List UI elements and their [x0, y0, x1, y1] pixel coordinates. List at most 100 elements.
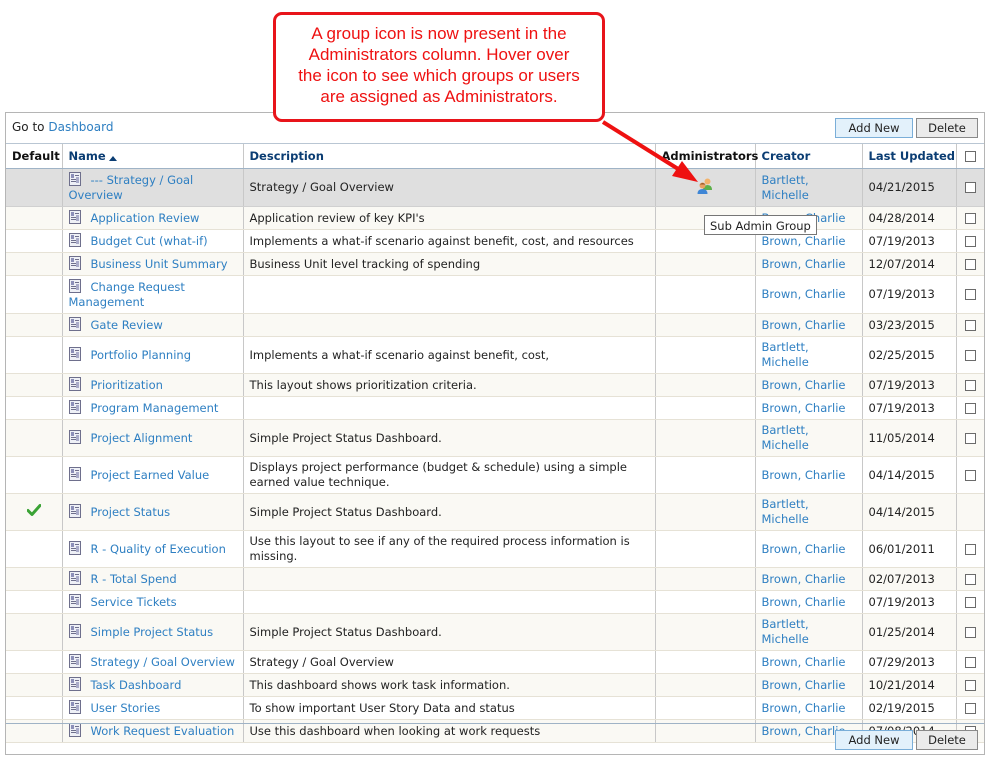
- creator-link[interactable]: Brown, Charlie: [762, 378, 846, 392]
- creator-link[interactable]: Brown, Charlie: [762, 595, 846, 609]
- table-row[interactable]: Gate Review Brown, Charlie 03/23/2015: [6, 313, 984, 337]
- select-cell: [956, 206, 984, 230]
- row-select-checkbox[interactable]: [964, 319, 976, 331]
- user-group-icon[interactable]: [696, 177, 714, 195]
- row-select-checkbox[interactable]: [964, 596, 976, 608]
- dashboard-name-link[interactable]: Application Review: [91, 211, 200, 225]
- row-select-checkbox[interactable]: [964, 402, 976, 414]
- row-select-checkbox[interactable]: [964, 349, 976, 361]
- column-header-select-all[interactable]: [956, 144, 984, 169]
- creator-link[interactable]: Brown, Charlie: [762, 234, 846, 248]
- description-cell: [243, 313, 656, 337]
- row-select-checkbox[interactable]: [964, 212, 976, 224]
- creator-link[interactable]: Brown, Charlie: [762, 542, 846, 556]
- dashboard-name-link[interactable]: Prioritization: [91, 378, 163, 392]
- table-row[interactable]: Project Earned Value Displays project per…: [6, 456, 984, 494]
- row-select-checkbox[interactable]: [964, 289, 976, 300]
- creator-link[interactable]: Bartlett, Michelle: [762, 340, 809, 369]
- dashboard-name-link[interactable]: R - Quality of Execution: [91, 542, 226, 556]
- add-new-button-bottom[interactable]: Add New: [835, 730, 913, 750]
- creator-link[interactable]: Brown, Charlie: [762, 287, 846, 301]
- dashboard-name-link[interactable]: Project Status: [91, 505, 171, 519]
- table-row[interactable]: --- Strategy / Goal Overview Strategy / G…: [6, 168, 984, 207]
- column-header-name[interactable]: Name: [62, 144, 244, 169]
- dashboard-name-link[interactable]: User Stories: [91, 701, 161, 715]
- table-row[interactable]: Prioritization This layout shows prioriti…: [6, 373, 984, 397]
- dashboard-name-link[interactable]: Project Alignment: [91, 431, 193, 445]
- row-select-checkbox[interactable]: [964, 679, 976, 691]
- row-select-checkbox[interactable]: [964, 702, 976, 714]
- dashboard-name-link[interactable]: Program Management: [91, 401, 219, 415]
- row-select-checkbox[interactable]: [964, 432, 976, 444]
- select-cell: [956, 590, 984, 614]
- dashboard-name-link[interactable]: Strategy / Goal Overview: [91, 655, 235, 669]
- dashboard-name-link[interactable]: Change Request Management: [69, 280, 185, 309]
- row-select-checkbox[interactable]: [964, 469, 976, 481]
- goto-dashboard-link[interactable]: Dashboard: [48, 120, 113, 134]
- table-row[interactable]: Program Management Brown, Charlie 07/19/20…: [6, 396, 984, 420]
- delete-button[interactable]: Delete: [916, 118, 978, 138]
- creator-link[interactable]: Brown, Charlie: [762, 401, 846, 415]
- creator-link[interactable]: Brown, Charlie: [762, 655, 846, 669]
- row-select-checkbox[interactable]: [964, 379, 976, 391]
- table-row[interactable]: User Stories To show important User Story…: [6, 696, 984, 720]
- dashboard-name-link[interactable]: --- Strategy / Goal Overview: [69, 173, 194, 202]
- creator-cell: Brown, Charlie: [755, 313, 863, 337]
- row-select-checkbox[interactable]: [964, 235, 976, 247]
- creator-link[interactable]: Brown, Charlie: [762, 701, 846, 715]
- table-row[interactable]: R - Total Spend Brown, Charlie 02/07/2013: [6, 567, 984, 591]
- creator-link[interactable]: Bartlett, Michelle: [762, 617, 809, 646]
- dashboard-doc-icon: [68, 504, 81, 518]
- dashboard-name-link[interactable]: Task Dashboard: [91, 678, 182, 692]
- creator-link[interactable]: Brown, Charlie: [762, 572, 846, 586]
- table-row[interactable]: Business Unit Summary Business Unit level…: [6, 252, 984, 276]
- default-cell: [6, 696, 63, 720]
- column-header-description[interactable]: Description: [243, 144, 656, 169]
- creator-link[interactable]: Brown, Charlie: [762, 468, 846, 482]
- dashboard-name-link[interactable]: Gate Review: [91, 318, 163, 332]
- column-header-last-updated[interactable]: Last Updated: [862, 144, 957, 169]
- row-select-checkbox[interactable]: [964, 626, 976, 638]
- row-select-checkbox[interactable]: [964, 656, 976, 668]
- creator-link[interactable]: Brown, Charlie: [762, 678, 846, 692]
- table-row[interactable]: Project Alignment Simple Project Status D…: [6, 419, 984, 457]
- table-row[interactable]: Service Tickets Brown, Charlie 07/19/2013: [6, 590, 984, 614]
- select-cell: [956, 493, 984, 531]
- table-row[interactable]: Budget Cut (what-if) Implements a what-if…: [6, 229, 984, 253]
- row-select-checkbox[interactable]: [964, 573, 976, 585]
- dashboard-name-link[interactable]: Simple Project Status: [91, 625, 214, 639]
- name-cell: User Stories: [62, 696, 244, 720]
- dashboard-name-link[interactable]: Service Tickets: [91, 595, 177, 609]
- default-cell: [6, 567, 63, 591]
- dashboard-name-link[interactable]: Budget Cut (what-if): [91, 234, 208, 248]
- table-row[interactable]: R - Quality of Execution Use this layout …: [6, 530, 984, 568]
- table-row[interactable]: Portfolio Planning Implements a what-if s…: [6, 336, 984, 374]
- row-select-checkbox[interactable]: [964, 543, 976, 555]
- dashboard-name-link[interactable]: Portfolio Planning: [91, 348, 192, 362]
- table-row[interactable]: Task Dashboard This dashboard shows work …: [6, 673, 984, 697]
- dashboard-name-link[interactable]: Business Unit Summary: [91, 257, 228, 271]
- table-row[interactable]: Project Status Simple Project Status Dash…: [6, 493, 984, 531]
- select-cell: [956, 419, 984, 457]
- select-cell: [956, 567, 984, 591]
- table-row[interactable]: Application Review Application review of …: [6, 206, 984, 230]
- creator-link[interactable]: Brown, Charlie: [762, 257, 846, 271]
- dashboard-name-link[interactable]: R - Total Spend: [91, 572, 177, 586]
- description-cell: Strategy / Goal Overview: [243, 168, 656, 207]
- table-row[interactable]: Change Request Management Brown, Charlie 0…: [6, 275, 984, 314]
- table-row[interactable]: Simple Project Status Simple Project Stat…: [6, 613, 984, 651]
- administrators-cell: [655, 275, 756, 314]
- creator-link[interactable]: Bartlett, Michelle: [762, 423, 809, 452]
- row-select-checkbox[interactable]: [964, 182, 976, 193]
- select-all-checkbox[interactable]: [964, 151, 976, 162]
- creator-link[interactable]: Brown, Charlie: [762, 318, 846, 332]
- add-new-button[interactable]: Add New: [835, 118, 913, 138]
- table-row[interactable]: Strategy / Goal Overview Strategy / Goal …: [6, 650, 984, 674]
- delete-button-bottom[interactable]: Delete: [916, 730, 978, 750]
- dashboard-name-link[interactable]: Project Earned Value: [91, 468, 210, 482]
- creator-link[interactable]: Bartlett, Michelle: [762, 173, 809, 202]
- administrators-tooltip: Sub Admin Group: [704, 215, 817, 235]
- column-header-creator[interactable]: Creator: [755, 144, 863, 169]
- row-select-checkbox[interactable]: [964, 258, 976, 270]
- creator-link[interactable]: Bartlett, Michelle: [762, 497, 809, 526]
